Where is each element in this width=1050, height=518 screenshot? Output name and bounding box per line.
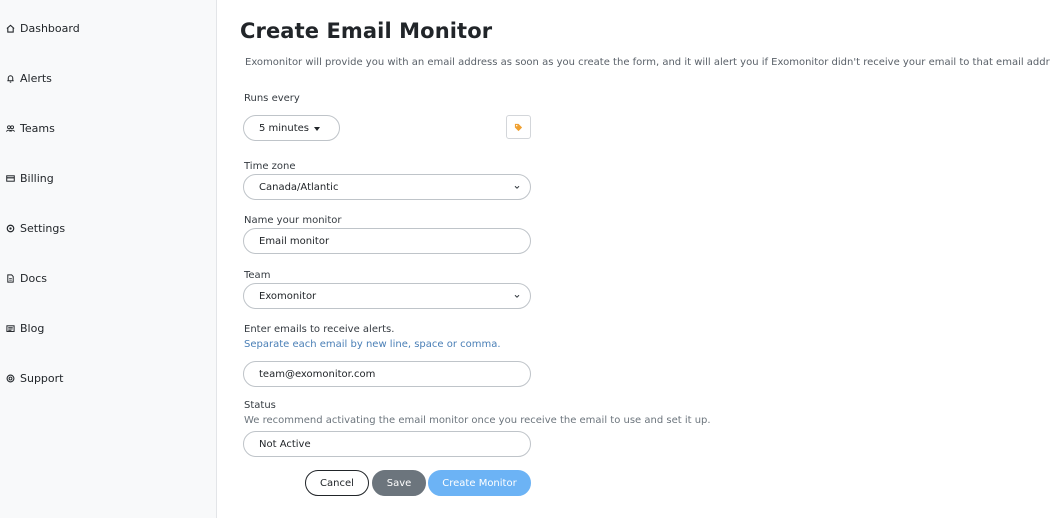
timezone-select[interactable]: Canada/Atlantic bbox=[243, 174, 531, 200]
doc-icon bbox=[6, 273, 15, 283]
sidebar-item-label: Alerts bbox=[20, 71, 52, 85]
main-content: Create Email Monitor Exomonitor will pro… bbox=[217, 0, 1050, 518]
lifebuoy-icon bbox=[6, 374, 15, 383]
status-input[interactable] bbox=[259, 438, 530, 450]
monitor-name-input[interactable] bbox=[259, 235, 530, 247]
tag-button[interactable] bbox=[506, 115, 531, 139]
status-help: We recommend activating the email monito… bbox=[244, 415, 711, 426]
save-button[interactable]: Save bbox=[372, 470, 426, 496]
team-label: Team bbox=[244, 270, 271, 281]
emails-label: Enter emails to receive alerts. bbox=[244, 324, 395, 335]
runs-every-dropdown[interactable]: 5 minutes bbox=[243, 115, 340, 141]
newspaper-icon bbox=[6, 324, 15, 333]
tag-icon bbox=[514, 123, 523, 132]
sidebar-item-label: Blog bbox=[20, 321, 45, 335]
sidebar-item-label: Docs bbox=[20, 271, 47, 285]
status-field[interactable] bbox=[243, 431, 531, 457]
emails-field[interactable] bbox=[243, 361, 531, 387]
page-title: Create Email Monitor bbox=[240, 19, 493, 43]
sidebar-item-label: Billing bbox=[20, 171, 54, 185]
emails-input[interactable] bbox=[259, 368, 530, 380]
page-description: Exomonitor will provide you with an emai… bbox=[245, 57, 1050, 68]
chevron-down-icon bbox=[513, 183, 521, 191]
runs-every-label: Runs every bbox=[244, 93, 300, 104]
status-label: Status bbox=[244, 400, 276, 411]
sidebar-item-label: Settings bbox=[20, 221, 66, 235]
card-icon bbox=[6, 174, 15, 183]
sidebar-item-settings[interactable]: Settings bbox=[0, 220, 216, 236]
monitor-name-label: Name your monitor bbox=[244, 215, 342, 226]
caret-down-icon bbox=[314, 127, 321, 131]
sidebar-item-billing[interactable]: Billing bbox=[0, 170, 216, 186]
sidebar-item-docs[interactable]: Docs bbox=[0, 270, 216, 286]
sidebar-item-blog[interactable]: Blog bbox=[0, 320, 216, 336]
sidebar-item-teams[interactable]: Teams bbox=[0, 120, 216, 136]
sidebar-item-label: Dashboard bbox=[20, 21, 80, 35]
monitor-name-field[interactable] bbox=[243, 228, 531, 254]
runs-every-value: 5 minutes bbox=[259, 122, 310, 134]
sidebar-item-label: Teams bbox=[20, 121, 55, 135]
emails-help: Separate each email by new line, space o… bbox=[244, 339, 501, 350]
timezone-value: Canada/Atlantic bbox=[259, 181, 339, 193]
timezone-label: Time zone bbox=[244, 161, 296, 172]
cancel-button[interactable]: Cancel bbox=[305, 470, 369, 496]
gear-icon bbox=[6, 224, 15, 233]
home-icon bbox=[6, 24, 15, 33]
bell-icon bbox=[6, 74, 15, 83]
team-select[interactable]: Exomonitor bbox=[243, 283, 531, 309]
sidebar: Dashboard Alerts Teams Billing Settings bbox=[0, 0, 217, 518]
create-monitor-button[interactable]: Create Monitor bbox=[428, 470, 531, 496]
team-value: Exomonitor bbox=[259, 290, 317, 302]
chevron-down-icon bbox=[513, 292, 521, 300]
sidebar-item-alerts[interactable]: Alerts bbox=[0, 70, 216, 86]
sidebar-item-dashboard[interactable]: Dashboard bbox=[0, 20, 216, 36]
sidebar-item-support[interactable]: Support bbox=[0, 370, 216, 386]
app-root: Dashboard Alerts Teams Billing Settings bbox=[0, 0, 1050, 518]
sidebar-item-label: Support bbox=[20, 371, 64, 385]
users-icon bbox=[6, 124, 15, 133]
